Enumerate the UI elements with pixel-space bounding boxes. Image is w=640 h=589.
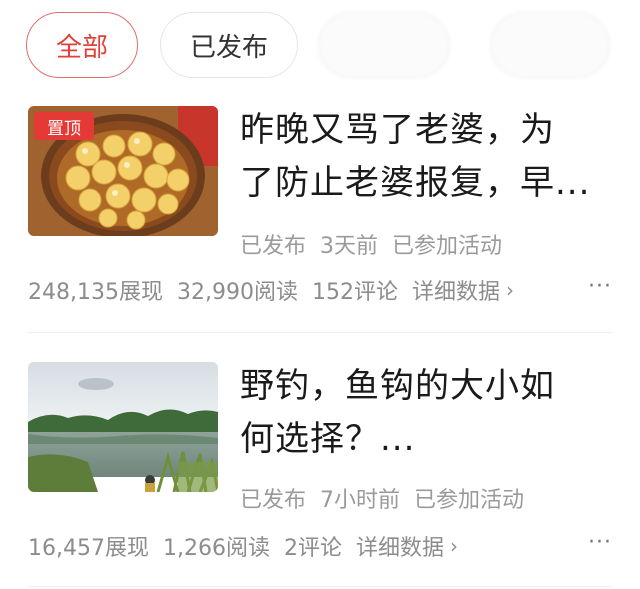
article-thumbnail[interactable]: 置顶 (28, 106, 218, 236)
reads-count: 32,990阅读 (176, 280, 298, 305)
chevron-right-icon: › (449, 534, 458, 558)
filter-tabs: 全部 已发布 (0, 0, 640, 92)
article-title[interactable]: 昨晚又骂了老婆，为 了防止老婆报复，早... (240, 104, 612, 210)
activity-label: 已参加活动 (414, 488, 525, 513)
comments-count: 152评论 (311, 280, 398, 305)
article-stats: 16,457展现 1,266阅读 2评论 详细数据 › (28, 530, 458, 562)
tab-blurred-2[interactable] (490, 12, 610, 78)
article-title-line: 野钓，鱼钩的大小如 (240, 366, 555, 406)
more-options-icon[interactable]: ··· (588, 530, 612, 555)
tab-all[interactable]: 全部 (26, 12, 138, 78)
divider (28, 332, 612, 333)
impressions-count: 16,457展现 (28, 536, 149, 561)
details-link[interactable]: 详细数据 (412, 274, 500, 306)
lake-fishing-image (28, 362, 218, 492)
article-title-line: 昨晚又骂了老婆，为 (240, 110, 555, 150)
reads-count: 1,266阅读 (162, 536, 270, 561)
time-label: 3天前 (320, 234, 379, 259)
tab-published[interactable]: 已发布 (160, 12, 298, 78)
time-label: 7小时前 (320, 488, 401, 513)
article-meta: 已发布 7小时前 已参加活动 (240, 482, 524, 514)
comments-count: 2评论 (283, 536, 342, 561)
pinned-badge: 置顶 (34, 112, 94, 140)
divider (28, 586, 612, 587)
status-label: 已发布 (240, 234, 307, 259)
article-meta: 已发布 3天前 已参加活动 (240, 228, 502, 260)
status-label: 已发布 (240, 488, 307, 513)
tab-blurred-1[interactable] (318, 12, 450, 78)
article-title-line: 了防止老婆报复，早... (240, 163, 591, 203)
article-stats: 248,135展现 32,990阅读 152评论 详细数据 › (28, 274, 514, 306)
article-thumbnail[interactable] (28, 362, 218, 492)
activity-label: 已参加活动 (392, 234, 503, 259)
details-link[interactable]: 详细数据 (356, 530, 444, 562)
impressions-count: 248,135展现 (28, 280, 163, 305)
article-title-line: 何选择？... (240, 419, 416, 459)
more-options-icon[interactable]: ··· (588, 274, 612, 299)
article-title[interactable]: 野钓，鱼钩的大小如 何选择？... (240, 360, 612, 466)
chevron-right-icon: › (505, 278, 514, 302)
